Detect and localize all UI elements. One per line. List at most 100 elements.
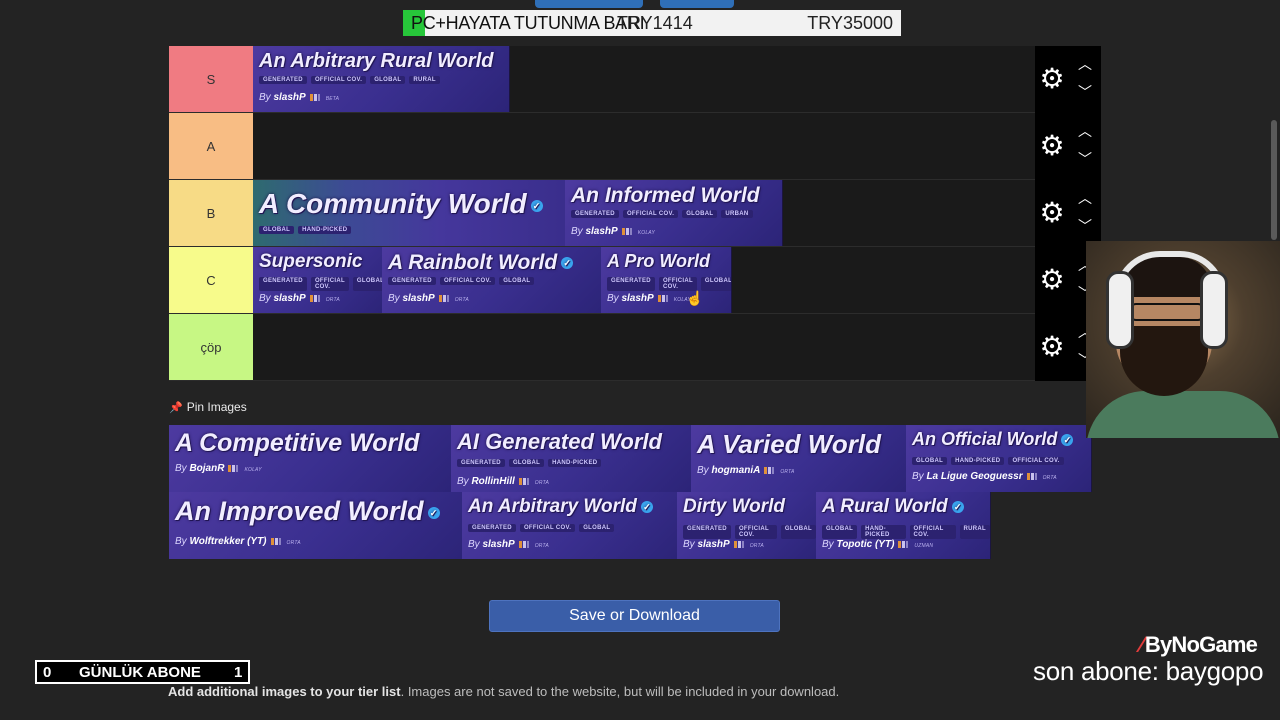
map-tag: GENERATED xyxy=(259,277,307,291)
difficulty-bars-icon xyxy=(309,294,320,302)
top-tab-2[interactable] xyxy=(660,0,734,8)
map-card-title: An Arbitrary World ✓ xyxy=(468,496,653,518)
difficulty-label: KOLAY xyxy=(637,230,656,236)
map-card-title-text: An Arbitrary Rural World xyxy=(259,50,494,72)
image-pool[interactable]: A Competitive World By BojanR KOLAY AI Gene… xyxy=(169,425,1092,559)
help-text-bold: Add additional images to your tier list xyxy=(168,684,401,699)
save-download-button[interactable]: Save or Download xyxy=(489,600,780,632)
map-card-tags: GENERATED OFFICIAL COV. GLOBAL xyxy=(683,525,816,539)
map-card[interactable]: A Varied World By hogmaniA ORTA xyxy=(691,425,907,492)
tier-label[interactable]: A xyxy=(169,113,253,179)
gear-icon[interactable]: ⚙ xyxy=(1039,199,1065,227)
tier-row-b: B A Community World ✓ GLOBAL HAND-PICKED An … xyxy=(169,180,1101,247)
map-card[interactable]: A Rural World ✓ GLOBAL HAND-PICKED OFFICIAL … xyxy=(816,492,991,559)
sub-counter-label: GÜNLÜK ABONE xyxy=(79,664,201,681)
tier-label[interactable]: B xyxy=(169,180,253,246)
chevron-up-icon[interactable]: ︿ xyxy=(1077,190,1093,206)
map-tag: OFFICIAL COV. xyxy=(439,277,496,285)
tier-row-a: A ⚙ ︿ ﹀ xyxy=(169,113,1101,180)
map-tag: GLOBAL xyxy=(822,525,858,539)
difficulty-label: ORTA xyxy=(534,543,549,549)
page-scrollbar[interactable] xyxy=(1271,120,1277,240)
map-card[interactable]: A Community World ✓ GLOBAL HAND-PICKED xyxy=(253,180,566,246)
map-card-title: A Community World ✓ xyxy=(259,188,543,220)
gear-icon[interactable]: ⚙ xyxy=(1039,333,1065,361)
map-card-tags: GLOBAL HAND-PICKED OFFICIAL COV. RURAL xyxy=(822,525,990,539)
webcam-glasses xyxy=(1130,303,1204,321)
map-tag: GENERATED xyxy=(683,525,731,539)
map-card-tags: GLOBAL HAND-PICKED OFFICIAL COV. xyxy=(912,457,1064,465)
difficulty-bars-icon xyxy=(898,540,909,548)
map-tag: GLOBAL xyxy=(579,524,615,532)
chevron-up-icon[interactable]: ︿ xyxy=(1077,123,1093,139)
chevron-down-icon[interactable]: ﹀ xyxy=(1077,151,1093,167)
map-tag: GENERATED xyxy=(457,459,505,467)
map-card-tags: GENERATED OFFICIAL COV. GLOBAL xyxy=(388,277,535,285)
map-card-tags: GENERATED OFFICIAL COV. GLOBAL URBAN xyxy=(571,210,753,218)
map-card-author: By Wolftrekker (YT) ORTA xyxy=(175,536,301,547)
map-tag: OFFICIAL COV. xyxy=(519,524,576,532)
top-tab-1[interactable] xyxy=(535,0,643,8)
tier-label[interactable]: C xyxy=(169,247,253,313)
donation-goal-bar: PC+HAYATA TUTUNMA BARI TRY1414 TRY35000 xyxy=(403,10,901,36)
chevron-down-icon[interactable]: ﹀ xyxy=(1077,84,1093,100)
map-card[interactable]: An Informed World GENERATED OFFICIAL COV. G… xyxy=(565,180,783,246)
map-tag: GLOBAL xyxy=(780,525,816,539)
map-card[interactable]: A Competitive World By BojanR KOLAY xyxy=(169,425,452,492)
map-tag: OFFICIAL COV. xyxy=(622,210,679,218)
author-name: hogmaniA xyxy=(711,465,761,476)
tier-controls: ⚙ ︿ ﹀ xyxy=(1035,180,1101,247)
help-text-rest: . Images are not saved to the website, b… xyxy=(400,684,840,699)
author-name: slashP xyxy=(482,539,515,550)
difficulty-bars-icon xyxy=(228,464,239,472)
difficulty-label: ORTA xyxy=(454,297,469,303)
map-card[interactable]: Supersonic GENERATED OFFICIAL COV. GLOBAL By… xyxy=(253,247,383,313)
gear-icon[interactable]: ⚙ xyxy=(1039,266,1065,294)
map-card-tags: GENERATED GLOBAL HAND-PICKED xyxy=(457,459,602,467)
map-card[interactable]: AI Generated World GENERATED GLOBAL HAND-PI… xyxy=(451,425,692,492)
tier-label[interactable]: çöp xyxy=(169,314,253,380)
help-text: Add additional images to your tier list.… xyxy=(168,684,839,699)
map-card-title: A Rural World ✓ xyxy=(822,496,964,518)
gear-icon[interactable]: ⚙ xyxy=(1039,65,1065,93)
map-tag: OFFICIAL COV. xyxy=(1008,457,1064,465)
map-card[interactable]: A Rainbolt World ✓ GENERATED OFFICIAL COV. G… xyxy=(382,247,602,313)
map-tag: HAND-PICKED xyxy=(861,525,906,539)
difficulty-label: ORTA xyxy=(534,480,550,486)
difficulty-bars-icon xyxy=(309,93,320,101)
chevron-up-icon[interactable]: ︿ xyxy=(1077,56,1093,72)
map-card-author: By RollinHill ORTA xyxy=(457,476,550,487)
author-name: slashP xyxy=(697,539,730,550)
map-tag: RURAL xyxy=(409,76,440,84)
map-card[interactable]: Dirty World GENERATED OFFICIAL COV. GLOBAL B… xyxy=(677,492,817,559)
map-card[interactable]: A Pro World GENERATED OFFICIAL COV. GLOBAL B… xyxy=(601,247,732,313)
map-tag: OFFICIAL COV. xyxy=(658,277,697,291)
map-card[interactable]: An Arbitrary World ✓ GENERATED OFFICIAL COV… xyxy=(462,492,678,559)
map-tag: GENERATED xyxy=(571,210,619,218)
map-tag: GLOBAL xyxy=(682,210,718,218)
difficulty-bars-icon xyxy=(657,294,668,302)
pin-images-label: Pin Images xyxy=(186,400,247,414)
map-card-tags: GENERATED OFFICIAL COV. GLOBAL xyxy=(468,524,615,532)
map-card-title: A Varied World xyxy=(697,429,881,460)
map-card-title: An Arbitrary Rural World xyxy=(259,50,493,73)
map-tag: GLOBAL xyxy=(499,277,535,285)
tier-label[interactable]: S xyxy=(169,46,253,112)
difficulty-label: ORTA xyxy=(749,543,764,549)
map-card[interactable]: An Improved World ✓ By Wolftrekker (YT) ORT… xyxy=(169,492,463,559)
map-card-tags: GENERATED OFFICIAL COV. GLOBAL xyxy=(259,277,382,291)
tier-row-s: S An Arbitrary Rural World GENERATED OFFIC… xyxy=(169,46,1101,113)
map-card[interactable]: An Arbitrary Rural World GENERATED OFFICIA… xyxy=(253,46,510,112)
map-card-title: An Official World ✓ xyxy=(912,429,1074,450)
map-card-author: By slashP ORTA xyxy=(388,293,469,304)
chevron-down-icon[interactable]: ﹀ xyxy=(1077,218,1093,234)
map-card[interactable]: An Official World ✓ GLOBAL HAND-PICKED OFFIC… xyxy=(906,425,1092,492)
gear-icon[interactable]: ⚙ xyxy=(1039,132,1065,160)
verified-badge-icon: ✓ xyxy=(530,199,543,212)
map-card-title-text: Supersonic xyxy=(259,251,363,272)
author-name: Wolftrekker (YT) xyxy=(189,536,267,547)
map-card-tags: GENERATED OFFICIAL COV. GLOBAL xyxy=(607,277,731,291)
author-name: BojanR xyxy=(189,463,225,474)
pin-images-toggle[interactable]: 📌 Pin Images xyxy=(169,400,247,414)
map-card-title-text: An Arbitrary World xyxy=(468,496,637,517)
